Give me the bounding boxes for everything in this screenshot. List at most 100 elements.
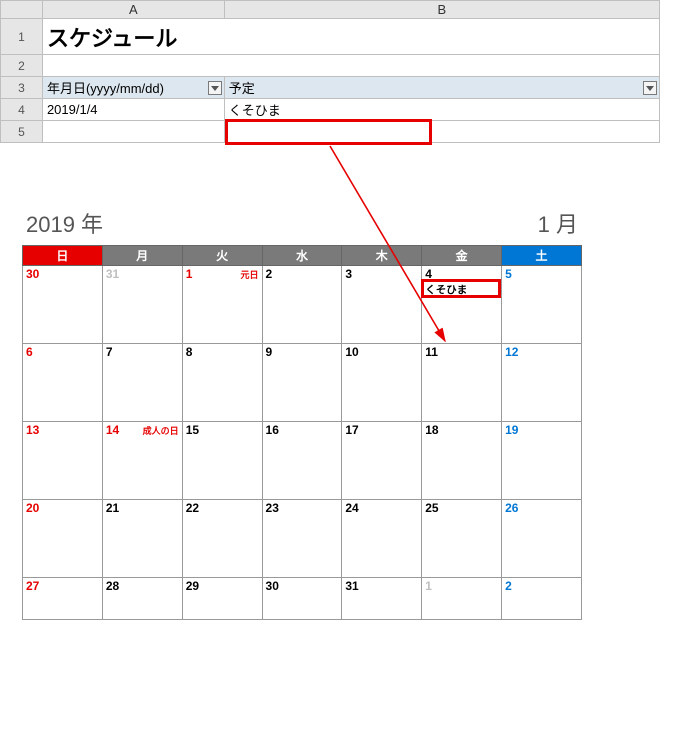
dow-mon: 月	[102, 246, 182, 266]
daynum: 12	[505, 345, 578, 359]
daynum: 13	[26, 423, 99, 437]
row-header-4[interactable]: 4	[1, 99, 43, 121]
daynum: 5	[505, 267, 578, 281]
daynum: 15	[186, 423, 259, 437]
filter-dropdown-icon[interactable]	[643, 81, 657, 95]
daynum: 2	[505, 579, 578, 593]
daynum: 31	[345, 579, 418, 593]
daynum: 22	[186, 501, 259, 515]
row-header-2[interactable]: 2	[1, 55, 43, 77]
day-cell[interactable]: 1元日	[182, 266, 262, 344]
daynum: 4	[425, 267, 498, 281]
day-cell[interactable]: 10	[342, 344, 422, 422]
day-cell[interactable]: 13	[23, 422, 103, 500]
calendar-month-label: 1 月	[538, 207, 578, 239]
daynum: 28	[106, 579, 179, 593]
day-cell[interactable]: 16	[262, 422, 342, 500]
day-cell[interactable]: 25	[422, 500, 502, 578]
day-cell[interactable]: 30	[262, 578, 342, 620]
day-cell[interactable]: 17	[342, 422, 422, 500]
filter-dropdown-icon[interactable]	[208, 81, 222, 95]
cell-A5[interactable]	[42, 121, 224, 143]
daynum: 25	[425, 501, 498, 515]
daynum: 31	[106, 267, 179, 281]
day-cell[interactable]: 19	[502, 422, 582, 500]
day-cell[interactable]: 7	[102, 344, 182, 422]
day-cell[interactable]: 22	[182, 500, 262, 578]
day-cell[interactable]: 27	[23, 578, 103, 620]
cell-A2B2[interactable]	[42, 55, 659, 77]
daynum: 11	[425, 345, 498, 359]
row-header-3[interactable]: 3	[1, 77, 43, 99]
daynum: 10	[345, 345, 418, 359]
daynum: 30	[266, 579, 339, 593]
daynum: 16	[266, 423, 339, 437]
daynum: 3	[345, 267, 418, 281]
row-header-5[interactable]: 5	[1, 121, 43, 143]
column-header-B[interactable]: B	[224, 1, 659, 19]
day-cell[interactable]: 31	[102, 266, 182, 344]
dow-sat: 土	[502, 246, 582, 266]
daynum: 9	[266, 345, 339, 359]
daynum: 17	[345, 423, 418, 437]
day-cell[interactable]: 8	[182, 344, 262, 422]
day-cell[interactable]: 26	[502, 500, 582, 578]
event-text: くそひま	[425, 282, 498, 297]
day-cell[interactable]: 18	[422, 422, 502, 500]
day-cell[interactable]: 4くそひま	[422, 266, 502, 344]
day-cell[interactable]: 20	[23, 500, 103, 578]
day-cell[interactable]: 23	[262, 500, 342, 578]
daynum: 20	[26, 501, 99, 515]
daynum: 2	[266, 267, 339, 281]
dow-wed: 水	[262, 246, 342, 266]
cell-date-value[interactable]: 2019/1/4	[42, 99, 224, 121]
daynum: 6	[26, 345, 99, 359]
day-cell[interactable]: 6	[23, 344, 103, 422]
day-cell[interactable]: 5	[502, 266, 582, 344]
table-header-event[interactable]: 予定	[224, 77, 659, 99]
day-cell[interactable]: 31	[342, 578, 422, 620]
dow-sun: 日	[23, 246, 103, 266]
day-cell[interactable]: 1	[422, 578, 502, 620]
day-cell[interactable]: 14成人の日	[102, 422, 182, 500]
day-cell[interactable]: 15	[182, 422, 262, 500]
holiday-label: 元日	[241, 268, 259, 281]
header-date-label: 年月日(yyyy/mm/dd)	[47, 81, 164, 96]
day-cell[interactable]: 9	[262, 344, 342, 422]
column-header-A[interactable]: A	[42, 1, 224, 19]
daynum: 26	[505, 501, 578, 515]
dow-fri: 金	[422, 246, 502, 266]
holiday-label: 成人の日	[143, 424, 179, 437]
day-cell[interactable]: 2	[262, 266, 342, 344]
daynum: 21	[106, 501, 179, 515]
page-title: スケジュール	[47, 26, 177, 51]
daynum: 18	[425, 423, 498, 437]
day-cell[interactable]: 2	[502, 578, 582, 620]
daynum: 19	[505, 423, 578, 437]
day-cell[interactable]: 3	[342, 266, 422, 344]
daynum: 29	[186, 579, 259, 593]
day-cell[interactable]: 30	[23, 266, 103, 344]
day-cell[interactable]: 12	[502, 344, 582, 422]
daynum: 30	[26, 267, 99, 281]
day-cell[interactable]: 29	[182, 578, 262, 620]
day-cell[interactable]: 24	[342, 500, 422, 578]
row-header-1[interactable]: 1	[1, 19, 43, 55]
cell-title[interactable]: スケジュール	[42, 19, 659, 55]
table-header-date[interactable]: 年月日(yyyy/mm/dd)	[42, 77, 224, 99]
dow-thu: 木	[342, 246, 422, 266]
cell-event-value[interactable]: くそひま	[224, 99, 659, 121]
spreadsheet-grid: A B 1 スケジュール 2 3 年月日(yyyy/mm/dd) 予定 4 20…	[0, 0, 660, 143]
day-cell[interactable]: 28	[102, 578, 182, 620]
daynum: 23	[266, 501, 339, 515]
day-cell[interactable]: 21	[102, 500, 182, 578]
header-event-label: 予定	[229, 81, 255, 96]
daynum: 7	[106, 345, 179, 359]
day-cell[interactable]: 11	[422, 344, 502, 422]
select-all-corner[interactable]	[1, 1, 43, 19]
daynum: 8	[186, 345, 259, 359]
daynum: 24	[345, 501, 418, 515]
calendar: 2019 年 1 月 日 月 火 水 木 金 土 30 31 1元日 2 3 4…	[22, 207, 582, 620]
cell-B5[interactable]	[224, 121, 659, 143]
dow-tue: 火	[182, 246, 262, 266]
